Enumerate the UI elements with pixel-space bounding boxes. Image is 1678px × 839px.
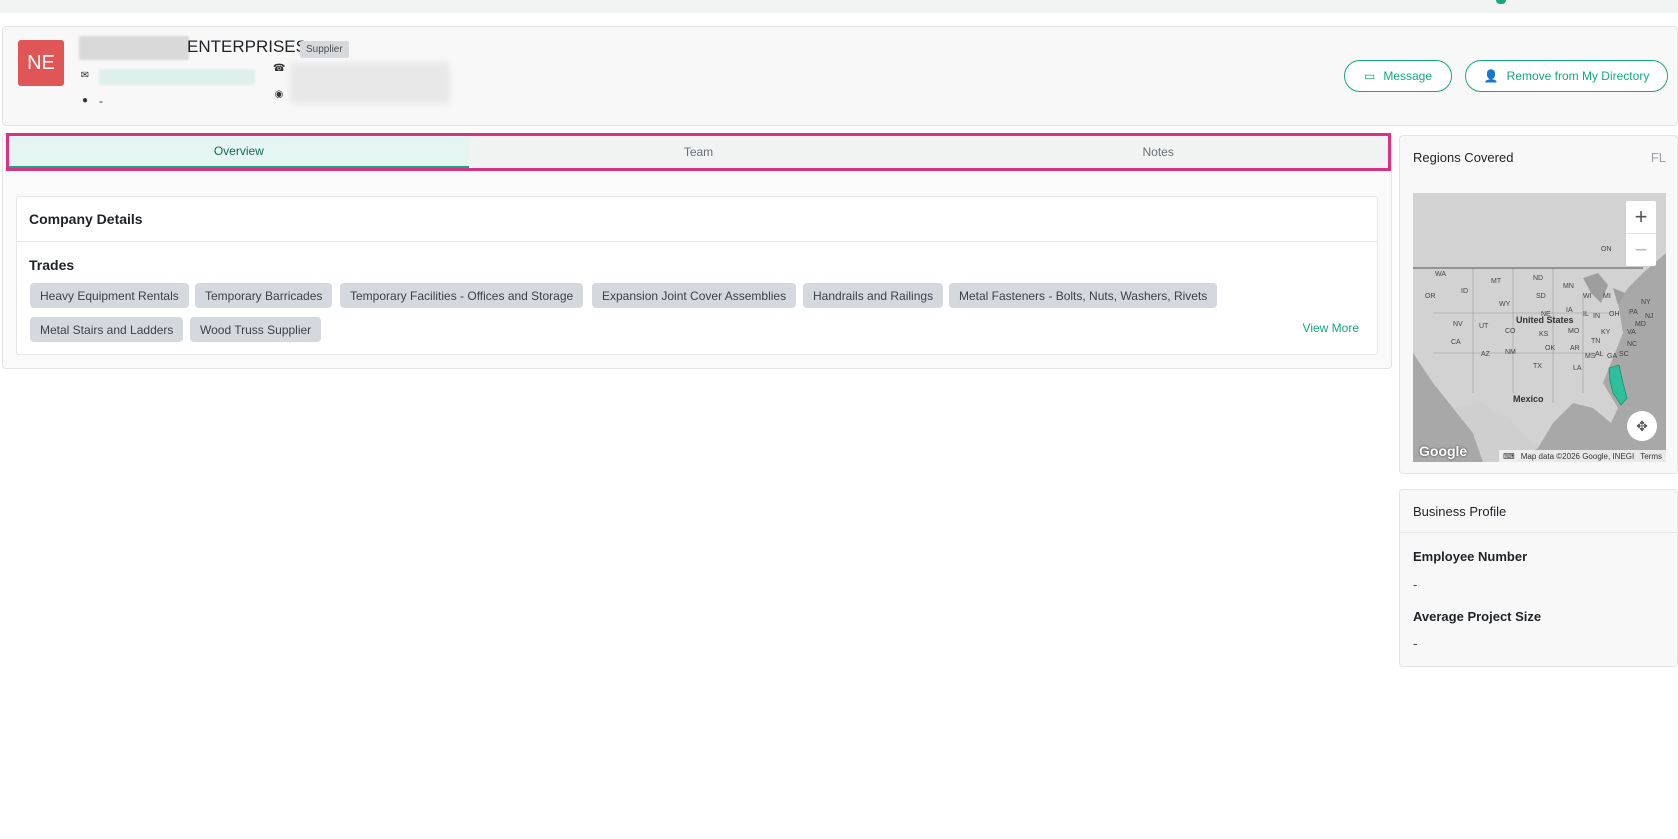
map-label-md: MD xyxy=(1635,321,1646,328)
company-details-title: Company Details xyxy=(29,211,143,227)
map-label-ia: IA xyxy=(1566,307,1573,314)
phone-icon: ☎ xyxy=(273,63,286,74)
map-label-mt: MT xyxy=(1491,278,1502,285)
map-label-la: LA xyxy=(1573,365,1582,372)
map-label-nm: NM xyxy=(1505,349,1516,356)
map-label-ks: KS xyxy=(1539,331,1549,338)
tab-bar: Overview Team Notes xyxy=(6,133,1391,171)
map-attribution: ⌨ Map data ©2026 Google, INEGI Terms xyxy=(1499,450,1666,462)
map-label-ga: GA xyxy=(1607,353,1618,360)
map-label-mi: MI xyxy=(1603,293,1611,300)
email-value[interactable] xyxy=(99,69,255,85)
map-label-il: IL xyxy=(1583,311,1589,318)
average-project-size-value: - xyxy=(1413,636,1418,651)
map-label-va: VA xyxy=(1627,329,1636,336)
company-header-card: NE ENTERPRISES Supplier ✉ ● - ☎ ◉ ▭ Mess… xyxy=(2,26,1678,126)
trade-chip: Metal Stairs and Ladders xyxy=(30,317,184,342)
trade-chip: Metal Fasteners - Bolts, Nuts, Washers, … xyxy=(949,283,1218,308)
map-label-az: AZ xyxy=(1481,351,1490,358)
company-name: ENTERPRISES xyxy=(187,37,307,56)
business-profile-title: Business Profile xyxy=(1413,504,1507,519)
company-avatar: NE xyxy=(18,40,64,86)
map-label-nd: ND xyxy=(1533,275,1544,282)
map-label-pa: PA xyxy=(1629,309,1638,316)
trade-chip: Handrails and Railings xyxy=(803,283,944,308)
supplier-badge: Supplier xyxy=(300,41,349,58)
map-label-ar: AR xyxy=(1570,345,1580,352)
map-label-co: CO xyxy=(1505,328,1516,335)
divider xyxy=(1400,532,1677,533)
chat-bubble-icon: ▭ xyxy=(1363,69,1376,83)
zoom-out-button[interactable]: − xyxy=(1626,233,1656,265)
website-value: - xyxy=(99,94,103,108)
regions-covered-title: Regions Covered xyxy=(1413,150,1514,165)
regions-covered-card: Regions Covered FL United States Mexico … xyxy=(1399,135,1678,474)
trade-chip: Temporary Barricades xyxy=(195,283,333,308)
map-label-sc: SC xyxy=(1619,351,1629,358)
trades-label: Trades xyxy=(29,257,75,273)
map-pan-button[interactable]: ✥ xyxy=(1627,411,1657,441)
map-label-oh: OH xyxy=(1609,311,1620,318)
trade-chip: Heavy Equipment Rentals xyxy=(30,283,189,308)
map-label-ms: MS xyxy=(1585,353,1596,360)
divider xyxy=(17,241,1377,242)
map-label-mo: MO xyxy=(1568,328,1580,335)
trade-chip: Wood Truss Supplier xyxy=(190,317,322,342)
map-label-mn: MN xyxy=(1563,283,1574,290)
zoom-in-button[interactable]: + xyxy=(1626,201,1656,233)
employee-number-label: Employee Number xyxy=(1413,549,1528,564)
map-label-nc: NC xyxy=(1627,341,1638,348)
regions-map[interactable]: United States Mexico ON MT ND MN WY SD N… xyxy=(1413,193,1666,462)
map-label-tx: TX xyxy=(1533,363,1542,370)
email-icon: ✉ xyxy=(80,70,90,81)
tab-overview[interactable]: Overview xyxy=(9,136,469,168)
keyboard-icon[interactable]: ⌨ xyxy=(1503,452,1515,461)
map-label-al: AL xyxy=(1595,351,1604,358)
business-profile-card: Business Profile Employee Number - Avera… xyxy=(1399,489,1678,667)
message-button[interactable]: ▭ Message xyxy=(1344,60,1452,92)
move-arrows-icon: ✥ xyxy=(1636,417,1648,434)
regions-code: FL xyxy=(1650,150,1666,165)
trade-chip: Expansion Joint Cover Assemblies xyxy=(592,283,797,308)
map-label-tn: TN xyxy=(1591,338,1601,345)
message-button-label: Message xyxy=(1383,69,1433,83)
map-label-on: ON xyxy=(1601,246,1612,253)
map-terms-link[interactable]: Terms xyxy=(1640,452,1662,461)
employee-number-value: - xyxy=(1413,577,1418,592)
map-label-nj: NJ xyxy=(1645,313,1654,320)
remove-button-label: Remove from My Directory xyxy=(1506,69,1650,83)
google-logo: Google xyxy=(1419,443,1468,459)
redacted-name xyxy=(79,36,189,60)
map-label-mexico: Mexico xyxy=(1513,394,1544,404)
view-more-link[interactable]: View More xyxy=(1303,321,1359,335)
map-zoom-controls: + − xyxy=(1626,201,1656,266)
remove-user-icon: 👤 xyxy=(1483,69,1499,83)
map-label-ut: UT xyxy=(1479,323,1489,330)
trade-chip: Temporary Facilities - Offices and Stora… xyxy=(340,283,584,308)
map-label-wa: WA xyxy=(1435,271,1447,278)
map-label-ne: NE xyxy=(1541,311,1551,318)
map-data-text: Map data ©2026 Google, INEGI xyxy=(1520,451,1635,461)
map-label-wi: WI xyxy=(1583,293,1592,300)
average-project-size-label: Average Project Size xyxy=(1413,609,1542,624)
tab-team[interactable]: Team xyxy=(469,136,929,168)
map-label-ny: NY xyxy=(1641,299,1651,306)
map-label-id: ID xyxy=(1461,288,1468,295)
map-label-ca: CA xyxy=(1451,339,1461,346)
location-pin-icon: ◉ xyxy=(274,89,284,100)
map-label-wy: WY xyxy=(1499,301,1511,308)
remove-from-directory-button[interactable]: 👤 Remove from My Directory xyxy=(1465,60,1668,92)
redacted-phone-address xyxy=(290,62,450,104)
map-label-or: OR xyxy=(1425,293,1436,300)
tab-notes[interactable]: Notes xyxy=(928,136,1388,168)
map-label-ky: KY xyxy=(1601,329,1611,336)
company-details-card: Company Details Trades Heavy Equipment R… xyxy=(16,196,1378,355)
globe-icon: ● xyxy=(81,95,89,106)
top-bar xyxy=(0,0,1678,13)
map-label-in: IN xyxy=(1593,313,1600,320)
map-label-ok: OK xyxy=(1545,345,1556,352)
map-label-nv: NV xyxy=(1453,321,1463,328)
map-label-sd: SD xyxy=(1536,293,1546,300)
notification-indicator xyxy=(1496,0,1506,4)
